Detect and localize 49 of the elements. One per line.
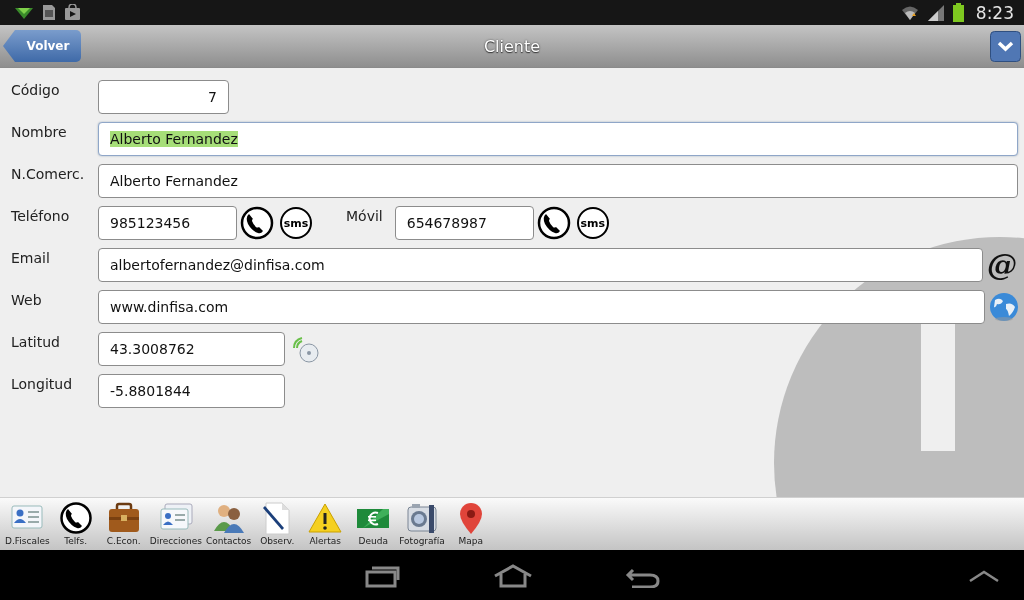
input-field[interactable]: Alberto Fernandez bbox=[98, 122, 1018, 156]
toolbar-button[interactable]: C.Econ. bbox=[99, 501, 148, 546]
input-field[interactable]: 43.3008762 bbox=[98, 332, 285, 366]
input-field[interactable]: 654678987 bbox=[394, 206, 534, 240]
input-field[interactable]: Alberto Fernandez bbox=[98, 164, 1018, 198]
toolbar-button[interactable]: Fotografía bbox=[397, 501, 447, 546]
battery-icon bbox=[952, 3, 964, 22]
field-label: Email bbox=[11, 249, 51, 266]
field-label: Código bbox=[11, 81, 61, 98]
signal-icon bbox=[926, 3, 945, 22]
back-button[interactable]: Volver bbox=[3, 30, 81, 62]
dropdown-button[interactable] bbox=[990, 30, 1021, 62]
toolbar-button[interactable]: Telfs. bbox=[51, 501, 100, 546]
toolbar-button[interactable]: Contactos bbox=[204, 501, 254, 546]
input-field[interactable]: 985123456 bbox=[98, 206, 237, 240]
download-icon bbox=[14, 5, 34, 20]
field-label: N.Comerc. bbox=[11, 165, 86, 182]
field-label: Nombre bbox=[11, 123, 68, 140]
input-field[interactable]: albertofernandez@dinfisa.com bbox=[98, 248, 983, 282]
input-field[interactable]: 7 bbox=[98, 80, 229, 114]
warning-icon bbox=[307, 501, 344, 535]
toolbar-button[interactable]: Direcciones bbox=[147, 501, 204, 546]
chevron-up-icon[interactable] bbox=[968, 569, 1000, 583]
phone-icon[interactable] bbox=[240, 206, 274, 240]
email-button[interactable]: @ bbox=[983, 249, 1017, 281]
recent-apps-icon[interactable] bbox=[364, 564, 400, 588]
sms-button[interactable]: sms bbox=[280, 207, 312, 239]
camera-icon bbox=[404, 501, 440, 535]
toolbar-button[interactable]: Deuda bbox=[349, 501, 398, 546]
screen-title: Cliente bbox=[482, 36, 542, 56]
globe-icon[interactable] bbox=[989, 292, 1019, 322]
field-label: Web bbox=[11, 291, 43, 308]
phone-icon bbox=[57, 501, 94, 535]
bag-play-icon bbox=[64, 4, 81, 21]
field-label: Longitud bbox=[11, 375, 74, 392]
field-label: Móvil bbox=[346, 207, 383, 224]
sms-button[interactable]: sms bbox=[576, 207, 609, 239]
toolbar-button[interactable]: Mapa bbox=[446, 501, 495, 546]
toolbar-button[interactable]: D.Fiscales bbox=[3, 501, 52, 546]
home-icon[interactable] bbox=[493, 564, 533, 588]
field-label: Teléfono bbox=[11, 207, 71, 224]
field-label: Latitud bbox=[11, 333, 61, 350]
input-field[interactable]: -5.8801844 bbox=[98, 374, 285, 408]
sd-card-icon bbox=[42, 4, 56, 21]
toolbar-button[interactable]: Alertas bbox=[301, 501, 350, 546]
phone-icon[interactable] bbox=[536, 206, 571, 240]
clock-time: 8:23 bbox=[975, 2, 1014, 23]
input-field[interactable]: www.dinfisa.com bbox=[98, 290, 985, 324]
toolbar-button[interactable]: Observ. bbox=[253, 501, 302, 546]
